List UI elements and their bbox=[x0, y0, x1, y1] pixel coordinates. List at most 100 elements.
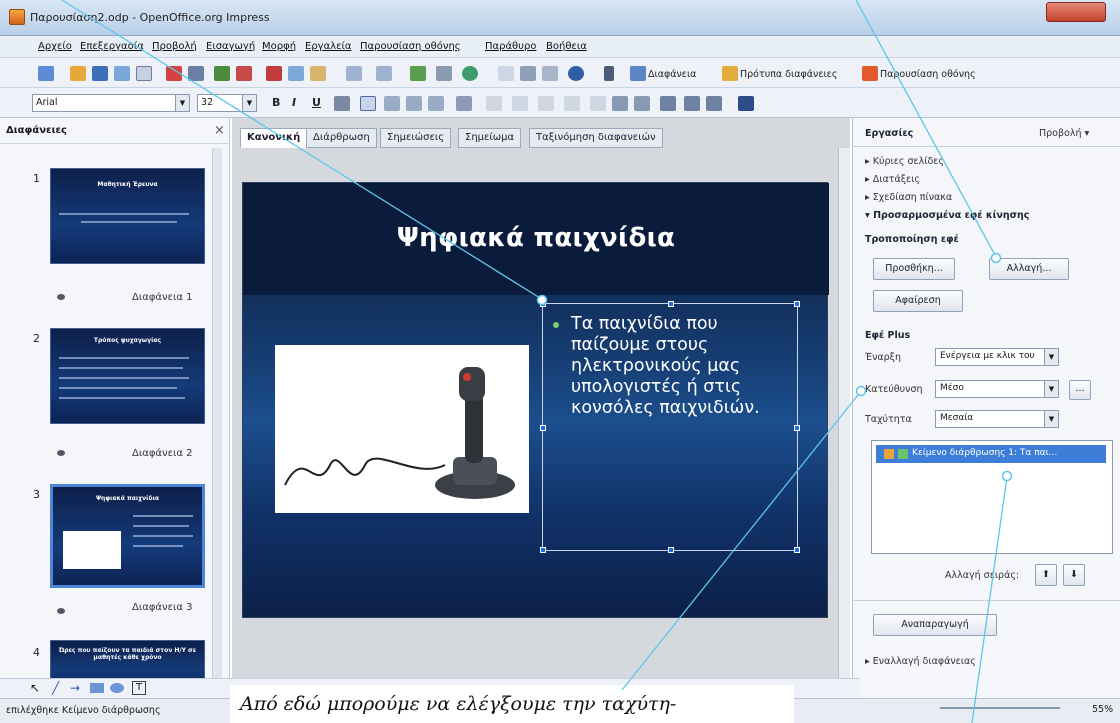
resize-handle[interactable] bbox=[540, 547, 546, 553]
tab-slide-sorter[interactable]: Ταξινόμηση διαφανειών bbox=[529, 128, 663, 148]
change-effect-button[interactable]: Αλλαγή... bbox=[989, 258, 1069, 280]
bullets-icon[interactable] bbox=[486, 96, 502, 111]
export-pdf-icon[interactable] bbox=[166, 66, 182, 81]
resize-handle[interactable] bbox=[668, 547, 674, 553]
ellipse-icon[interactable] bbox=[110, 683, 124, 693]
italic-button[interactable]: I bbox=[292, 96, 296, 109]
effect-options-button[interactable]: … bbox=[1069, 380, 1091, 400]
tasks-view-menu[interactable]: Προβολή ▾ bbox=[1039, 128, 1089, 139]
text-icon[interactable]: T bbox=[132, 681, 146, 695]
chevron-down-icon[interactable]: ▼ bbox=[175, 95, 189, 111]
indent-icon[interactable] bbox=[538, 96, 554, 111]
slide-canvas[interactable]: Ψηφιακά παιχνίδια Τα παιχνίδια που παίζο… bbox=[242, 182, 829, 618]
remove-effect-button[interactable]: Αφαίρεση bbox=[873, 290, 963, 312]
spellcheck-icon[interactable] bbox=[214, 66, 230, 81]
tab-outline[interactable]: Διάρθρωση bbox=[306, 128, 377, 148]
section-layouts[interactable]: ▸ Διατάξεις bbox=[865, 174, 920, 185]
start-select[interactable]: Ενέργεια με κλικ του ▼ bbox=[935, 348, 1059, 366]
slide-icon[interactable] bbox=[630, 66, 646, 81]
tab-notes[interactable]: Σημειώσεις bbox=[380, 128, 452, 148]
speed-select[interactable]: Μεσαία ▼ bbox=[935, 410, 1059, 428]
help-icon[interactable] bbox=[568, 66, 584, 81]
menu-slideshow[interactable]: Παρουσίαση οθόνης bbox=[360, 41, 461, 52]
resize-handle[interactable] bbox=[794, 425, 800, 431]
tab-normal[interactable]: Κανονική bbox=[240, 128, 308, 148]
menu-tools[interactable]: Εργαλεία bbox=[305, 41, 351, 52]
view-icon[interactable] bbox=[542, 66, 558, 81]
paste-icon[interactable] bbox=[310, 66, 326, 81]
chevron-down-icon[interactable]: ▼ bbox=[1044, 381, 1058, 397]
slideshow-button[interactable]: Παρουσίαση οθόνης bbox=[880, 69, 976, 80]
move-up-icon[interactable] bbox=[590, 96, 606, 111]
effect-list[interactable]: Κείμενο διάρθρωσης 1: Τα παι... bbox=[871, 440, 1113, 554]
section-master-pages[interactable]: ▸ Κύριες σελίδες bbox=[865, 156, 944, 167]
section-table-design[interactable]: ▸ Σχεδίαση πίνακα bbox=[865, 192, 952, 203]
chevron-down-icon[interactable]: ▼ bbox=[1044, 349, 1058, 365]
resize-handle[interactable] bbox=[668, 301, 674, 307]
new-icon[interactable] bbox=[38, 66, 54, 81]
zoom-icon[interactable] bbox=[520, 66, 536, 81]
slide-thumbnail-3[interactable]: Ψηφιακά παιχνίδια bbox=[50, 484, 205, 588]
outdent-icon[interactable] bbox=[564, 96, 580, 111]
design-icon[interactable] bbox=[722, 66, 738, 81]
resize-handle[interactable] bbox=[540, 425, 546, 431]
menu-format[interactable]: Μορφή bbox=[262, 41, 296, 52]
menu-help[interactable]: Βοήθεια bbox=[546, 41, 587, 52]
joystick-image[interactable] bbox=[275, 345, 529, 513]
tab-handout[interactable]: Σημείωμα bbox=[458, 128, 522, 148]
shadow-icon[interactable] bbox=[334, 96, 350, 111]
autospell-icon[interactable] bbox=[236, 66, 252, 81]
character-icon[interactable] bbox=[612, 96, 628, 111]
slide-button[interactable]: Διαφάνεια bbox=[648, 69, 696, 80]
editor-vertical-scrollbar[interactable] bbox=[838, 148, 850, 696]
section-custom-animation[interactable]: ▾ Προσαρμοσμένα εφέ κίνησης bbox=[865, 210, 1029, 221]
rectangle-icon[interactable] bbox=[90, 683, 104, 693]
chevron-down-icon[interactable]: ▼ bbox=[1044, 411, 1058, 427]
section-slide-transition[interactable]: ▸ Εναλλαγή διαφάνειας bbox=[865, 656, 976, 667]
move-up-button[interactable]: ⬆ bbox=[1035, 564, 1057, 586]
close-icon[interactable]: × bbox=[214, 123, 225, 138]
resize-handle[interactable] bbox=[794, 301, 800, 307]
email-icon[interactable] bbox=[114, 66, 130, 81]
slideshow-icon[interactable] bbox=[862, 66, 878, 81]
format-list-icon[interactable] bbox=[706, 96, 722, 111]
font-name-combo[interactable]: Arial ▼ bbox=[32, 94, 190, 112]
slides-scrollbar[interactable] bbox=[212, 148, 222, 688]
zoom-slider[interactable] bbox=[940, 707, 1060, 709]
bullet-options-icon[interactable] bbox=[660, 96, 676, 111]
bold-button[interactable]: B bbox=[272, 96, 280, 109]
redo-icon[interactable] bbox=[376, 66, 392, 81]
resize-handle[interactable] bbox=[540, 301, 546, 307]
chevron-down-icon[interactable]: ▼ bbox=[242, 95, 256, 111]
font-size-combo[interactable]: 32 ▼ bbox=[197, 94, 257, 112]
print-icon[interactable] bbox=[188, 66, 204, 81]
paragraph-icon[interactable] bbox=[634, 96, 650, 111]
resize-handle[interactable] bbox=[794, 547, 800, 553]
line-icon[interactable]: ╱ bbox=[52, 681, 59, 695]
navigator-icon[interactable] bbox=[462, 66, 478, 81]
more-icon[interactable] bbox=[604, 66, 614, 81]
move-down-button[interactable]: ⬇ bbox=[1063, 564, 1085, 586]
play-button[interactable]: Αναπαραγωγή bbox=[873, 614, 997, 636]
add-effect-button[interactable]: Προσθήκη... bbox=[873, 258, 955, 280]
save-icon[interactable] bbox=[92, 66, 108, 81]
spacing-icon[interactable] bbox=[456, 96, 472, 111]
table-icon[interactable] bbox=[436, 66, 452, 81]
copy-icon[interactable] bbox=[288, 66, 304, 81]
select-icon[interactable]: ↖ bbox=[30, 681, 40, 695]
body-text-box[interactable]: Τα παιχνίδια που παίζουμε στους ηλεκτρον… bbox=[540, 301, 800, 553]
numbering-icon[interactable] bbox=[512, 96, 528, 111]
effect-list-item[interactable]: Κείμενο διάρθρωσης 1: Τα παι... bbox=[876, 445, 1106, 463]
arrow-line-icon[interactable]: → bbox=[70, 681, 80, 695]
font-color-icon[interactable] bbox=[738, 96, 754, 111]
slide-title[interactable]: Ψηφιακά παιχνίδια bbox=[243, 223, 829, 253]
cut-icon[interactable] bbox=[266, 66, 282, 81]
underline-button[interactable]: U bbox=[312, 96, 321, 109]
list-options-icon[interactable] bbox=[684, 96, 700, 111]
gallery-icon[interactable] bbox=[498, 66, 514, 81]
menu-insert[interactable]: Εισαγωγή bbox=[206, 41, 255, 52]
open-icon[interactable] bbox=[70, 66, 86, 81]
slide-thumbnail-2[interactable]: Τρόπος ψυχαγωγίας bbox=[50, 328, 205, 424]
menu-view[interactable]: Προβολή bbox=[152, 41, 197, 52]
justify-icon[interactable] bbox=[428, 96, 444, 111]
